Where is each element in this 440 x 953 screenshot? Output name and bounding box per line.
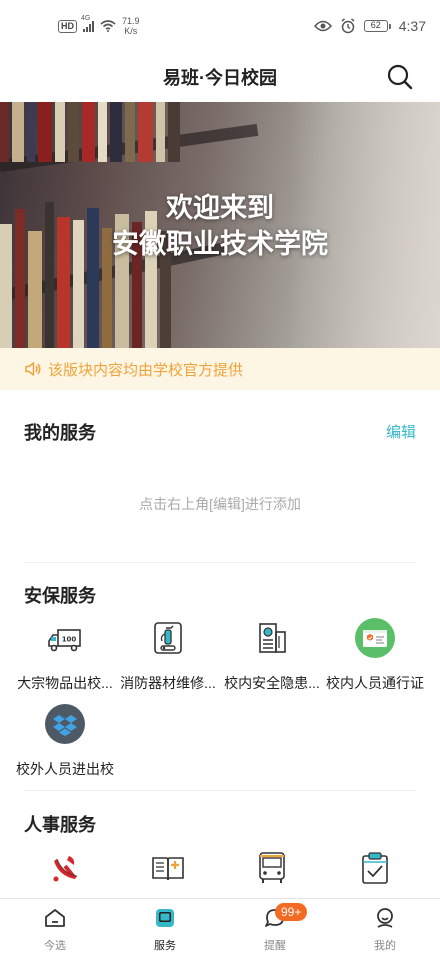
clock: 4:37: [398, 18, 426, 34]
service-item-fire-equipment-repair[interactable]: 消防器材维修...: [113, 618, 223, 693]
fire-extinguisher-icon: [154, 622, 182, 654]
net-speed-unit: K/s: [124, 26, 138, 36]
party-emblem-icon: [53, 856, 78, 882]
truck-icon: 100: [48, 629, 81, 652]
service-label: 大宗物品出校...: [17, 675, 113, 691]
security-services-heading: 安保服务: [24, 586, 96, 606]
empty-services-hint: 点击右上角[编辑]进行添加: [139, 496, 301, 512]
bus-icon: [259, 852, 285, 883]
notification-badge: 99+: [275, 903, 308, 921]
person-icon: [377, 908, 393, 928]
pass-card-icon: [355, 618, 395, 658]
tab-label: 我的: [374, 940, 396, 952]
network-type: 4G: [81, 15, 91, 22]
tab-label: 提醒: [264, 940, 286, 952]
tab-mine[interactable]: 我的: [330, 899, 440, 953]
banner-line-2: 安徽职业技术学院: [112, 229, 328, 259]
dropbox-box-icon: [45, 704, 85, 744]
status-right: 62 4:37: [313, 18, 426, 34]
divider: [24, 562, 416, 563]
service-icon: [156, 909, 174, 927]
notice-text: 该版块内容均由学校官方提供: [48, 361, 244, 379]
hr-service-item-4[interactable]: [320, 848, 430, 903]
official-notice: 该版块内容均由学校官方提供: [0, 348, 440, 390]
hr-service-item-3[interactable]: [217, 848, 327, 903]
divider: [24, 790, 416, 791]
svg-text:100: 100: [62, 636, 77, 644]
service-item-visitor-entry[interactable]: 校外人员进出校: [10, 704, 120, 779]
building-report-icon: [259, 623, 286, 653]
search-icon[interactable]: [386, 63, 414, 91]
status-bar: HD 4G 71.9 K/s 62 4:37: [0, 0, 440, 52]
home-icon: [45, 909, 65, 927]
service-label: 校内安全隐患...: [224, 675, 320, 691]
banner-line-1: 欢迎来到: [166, 193, 274, 223]
tab-reminder[interactable]: 99+ 提醒: [220, 899, 330, 953]
speaker-icon: [25, 362, 41, 376]
status-left: HD 4G 71.9 K/s: [58, 15, 140, 36]
tab-service[interactable]: 服务: [110, 899, 220, 953]
service-label: 校外人员进出校: [16, 761, 114, 777]
service-label: 校内人员通行证: [326, 675, 424, 691]
signal-icon: 4G: [81, 15, 94, 32]
alarm-icon: [341, 18, 355, 34]
hr-services-heading: 人事服务: [24, 815, 96, 835]
service-item-bulk-goods-exit[interactable]: 100 大宗物品出校...: [10, 618, 120, 693]
title-bar: 易班·今日校园: [0, 52, 440, 102]
welcome-banner[interactable]: 欢迎来到 安徽职业技术学院: [0, 102, 440, 348]
net-speed: 71.9 K/s: [122, 16, 140, 36]
battery-icon: 62: [363, 20, 391, 32]
battery-level: 62: [363, 20, 388, 32]
tab-label: 今选: [44, 940, 66, 952]
bottom-tab-bar: 今选 服务 99+ 提醒 我的: [0, 898, 440, 953]
service-item-safety-hazard[interactable]: 校内安全隐患...: [217, 618, 327, 693]
net-speed-value: 71.9: [122, 16, 140, 26]
hd-indicator: HD: [58, 19, 77, 33]
my-services-heading: 我的服务: [24, 423, 96, 443]
clipboard-check-icon: [362, 852, 388, 884]
tab-label: 服务: [154, 940, 176, 952]
service-label: 消防器材维修...: [120, 675, 216, 691]
hr-service-item-2[interactable]: [113, 848, 223, 903]
page-title: 易班·今日校园: [163, 68, 277, 88]
eye-icon: [313, 20, 332, 32]
wifi-icon: [100, 20, 116, 32]
open-book-icon: [152, 857, 184, 881]
edit-button[interactable]: 编辑: [386, 421, 416, 442]
service-item-staff-pass[interactable]: 校内人员通行证: [320, 618, 430, 693]
hr-service-item-1[interactable]: [10, 848, 120, 903]
tab-today[interactable]: 今选: [0, 899, 110, 953]
banner-text: 欢迎来到 安徽职业技术学院: [0, 190, 440, 262]
